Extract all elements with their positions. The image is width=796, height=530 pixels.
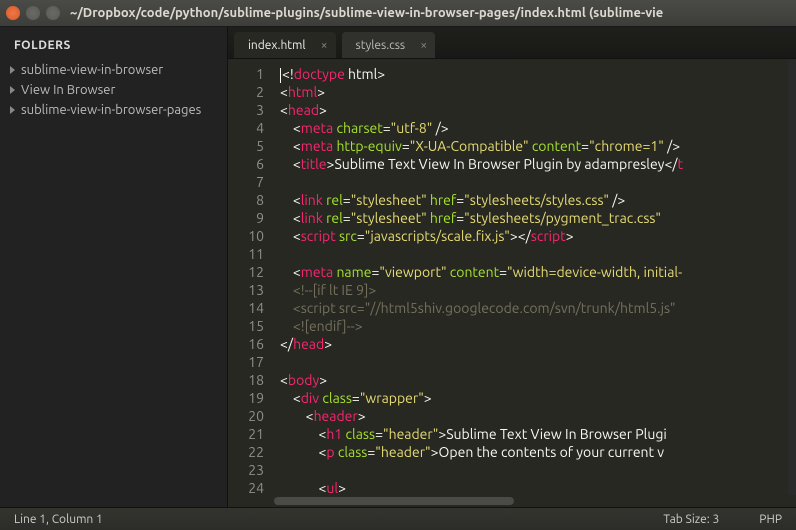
status-tab-size[interactable]: Tab Size: 3 xyxy=(663,513,719,526)
code-content[interactable]: <!doctype html><html><head> <meta charse… xyxy=(274,59,788,495)
tab[interactable]: index.html × xyxy=(234,32,336,58)
sidebar-header: FOLDERS xyxy=(0,35,227,60)
sidebar: FOLDERS sublime-view-in-browser View In B… xyxy=(0,27,228,507)
tab-label: styles.css xyxy=(356,39,406,52)
close-icon[interactable] xyxy=(6,6,20,20)
status-syntax[interactable]: PHP xyxy=(759,513,782,526)
close-icon[interactable]: × xyxy=(420,39,427,52)
minimap[interactable] xyxy=(788,59,796,495)
titlebar: ~/Dropbox/code/python/sublime-plugins/su… xyxy=(0,0,796,27)
sidebar-item-folder[interactable]: View In Browser xyxy=(0,80,227,100)
maximize-icon[interactable] xyxy=(46,6,60,20)
horizontal-scrollbar[interactable] xyxy=(228,495,796,507)
sidebar-item-folder[interactable]: sublime-view-in-browser-pages xyxy=(0,100,227,120)
close-icon[interactable]: × xyxy=(321,39,328,52)
tab[interactable]: styles.css × xyxy=(342,32,436,58)
disclosure-triangle-icon[interactable] xyxy=(10,66,15,74)
disclosure-triangle-icon[interactable] xyxy=(10,86,15,94)
disclosure-triangle-icon[interactable] xyxy=(10,106,15,114)
minimize-icon[interactable] xyxy=(26,6,40,20)
folder-label: View In Browser xyxy=(21,83,115,97)
tabbar: index.html × styles.css × xyxy=(228,27,796,59)
tab-label: index.html xyxy=(248,39,306,52)
folder-label: sublime-view-in-browser-pages xyxy=(21,103,201,117)
status-cursor-pos[interactable]: Line 1, Column 1 xyxy=(14,513,103,526)
scrollbar-thumb[interactable] xyxy=(274,497,514,505)
sidebar-item-folder[interactable]: sublime-view-in-browser xyxy=(0,60,227,80)
gutter: 1234567891011121314151617181920212223242… xyxy=(228,59,274,495)
statusbar: Line 1, Column 1 Tab Size: 3 PHP xyxy=(0,507,796,530)
folder-label: sublime-view-in-browser xyxy=(21,63,163,77)
code-editor[interactable]: 1234567891011121314151617181920212223242… xyxy=(228,59,796,495)
editor-area: index.html × styles.css × 12345678910111213… xyxy=(228,27,796,507)
window-title: ~/Dropbox/code/python/sublime-plugins/su… xyxy=(70,6,663,20)
window-controls xyxy=(6,6,60,20)
